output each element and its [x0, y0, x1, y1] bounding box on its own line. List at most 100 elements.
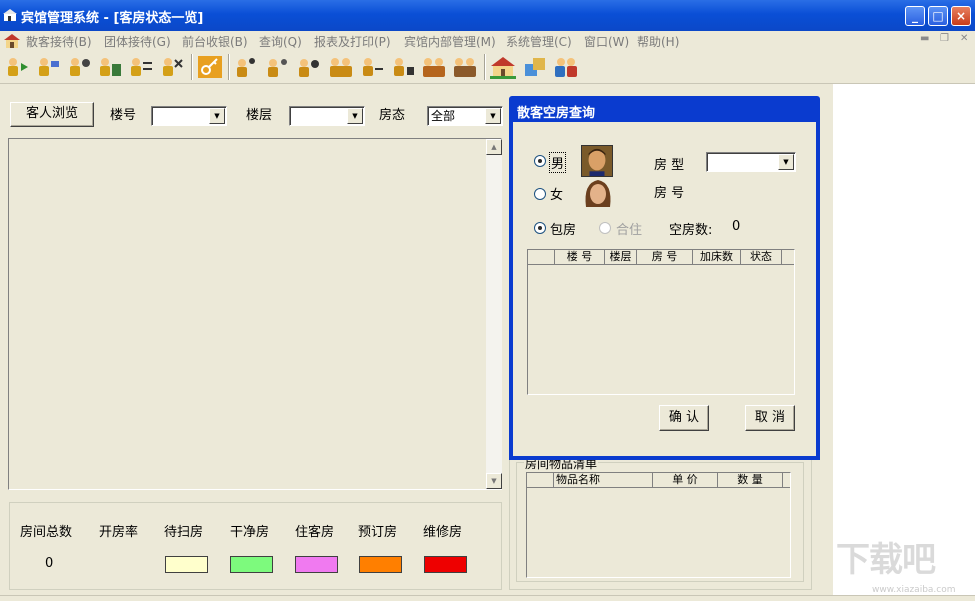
- male-label[interactable]: 男: [549, 152, 567, 173]
- room-type-select[interactable]: ▼: [706, 152, 796, 172]
- total-rooms-label: 房间总数: [20, 525, 73, 540]
- close-button[interactable]: ×: [951, 6, 971, 26]
- column-header[interactable]: 状态: [741, 250, 782, 265]
- app-icon: [3, 9, 17, 21]
- watermark-url: www.xiazaiba.com: [872, 585, 956, 595]
- menu-help[interactable]: 帮助(H): [637, 33, 679, 50]
- package-label[interactable]: 包房: [550, 219, 576, 238]
- legend-label: 维修房: [423, 525, 463, 540]
- guest-checkout-icon[interactable]: [97, 55, 123, 79]
- guest-cancel-icon[interactable]: [159, 55, 185, 79]
- toolbar: [0, 50, 975, 84]
- group-extend-icon[interactable]: [296, 55, 322, 79]
- menu-window[interactable]: 窗口(W): [584, 33, 629, 50]
- cancel-button[interactable]: 取 消: [745, 405, 795, 431]
- confirm-button[interactable]: 确 认: [659, 405, 709, 431]
- status-select[interactable]: 全部 ▼: [427, 106, 503, 126]
- occupied-room-swatch: [295, 556, 338, 573]
- staff-icon[interactable]: [553, 55, 579, 79]
- package-radio[interactable]: [534, 222, 546, 234]
- total-rooms-value: 0: [45, 556, 54, 571]
- maximize-button[interactable]: □: [928, 6, 948, 26]
- stats-panel: [9, 502, 502, 590]
- mdi-child-icon[interactable]: [4, 33, 20, 48]
- menu-system-management[interactable]: 系统管理(C): [506, 33, 572, 50]
- open-rate-label: 开房率: [99, 525, 139, 540]
- vacant-count-label: 空房数:: [669, 223, 713, 238]
- vacant-rooms-header: 楼 号 楼层 房 号 加床数 状态: [528, 250, 794, 265]
- rooms-icon[interactable]: [522, 55, 548, 79]
- group-query-icon[interactable]: [421, 55, 447, 79]
- male-radio[interactable]: [534, 155, 546, 167]
- legend-label: 待扫房: [164, 525, 204, 540]
- mdi-close-button[interactable]: ✕: [960, 33, 968, 44]
- items-table-header: 物品名称 单 价 数 量: [527, 473, 790, 488]
- column-header[interactable]: 物品名称: [554, 473, 653, 488]
- group-checkout-icon[interactable]: [328, 55, 354, 79]
- vacant-count-value: 0: [732, 219, 741, 234]
- guest-browse-button[interactable]: 客人浏览: [10, 102, 94, 127]
- toolbar-separator: [484, 54, 486, 80]
- group-checkin-icon[interactable]: [234, 55, 260, 79]
- column-header[interactable]: 房 号: [637, 250, 693, 265]
- guest-checkin-icon[interactable]: [4, 55, 30, 79]
- dialog-body: 男 女 房 型 ▼ 房 号 包房 合住 空房数: 0 楼 号 楼层 房 号 加床…: [513, 122, 816, 456]
- window-title: 宾馆管理系统 - [客房状态一览]: [21, 11, 204, 26]
- floor-select[interactable]: ▼: [289, 106, 365, 126]
- vacant-room-dialog: 散客空房查询 男 女 房 型 ▼ 房 号 包房 合住 空房数: 0 楼 号 楼层…: [509, 96, 820, 460]
- guest-extend-icon[interactable]: [66, 55, 92, 79]
- mdi-minimize-button[interactable]: ▬: [920, 33, 929, 44]
- vacant-rooms-table[interactable]: 楼 号 楼层 房 号 加床数 状态: [527, 249, 795, 395]
- repair-room-swatch: [424, 556, 467, 573]
- column-header[interactable]: 楼层: [605, 250, 637, 265]
- dirty-room-swatch: [165, 556, 208, 573]
- key-icon[interactable]: [197, 55, 223, 79]
- group-cancel-icon[interactable]: [390, 55, 416, 79]
- items-table[interactable]: 物品名称 单 价 数 量: [526, 472, 791, 578]
- chevron-down-icon[interactable]: ▼: [778, 154, 794, 170]
- column-header[interactable]: 楼 号: [555, 250, 605, 265]
- group-change-icon[interactable]: [265, 55, 291, 79]
- toolbar-separator: [191, 54, 193, 80]
- vertical-scrollbar[interactable]: ▲ ▼: [486, 139, 502, 489]
- chevron-down-icon[interactable]: ▼: [347, 108, 363, 124]
- building-label: 楼号: [110, 108, 137, 123]
- clean-room-swatch: [230, 556, 273, 573]
- menu-walkin-reception[interactable]: 散客接待(B): [26, 33, 92, 50]
- female-avatar-icon: [585, 180, 611, 207]
- female-radio[interactable]: [534, 188, 546, 200]
- chevron-down-icon[interactable]: ▼: [209, 108, 225, 124]
- group-transfer-icon[interactable]: [359, 55, 385, 79]
- room-grid[interactable]: [8, 138, 502, 490]
- mdi-desktop: [833, 84, 975, 595]
- menu-front-cashier[interactable]: 前台收银(B): [182, 33, 248, 50]
- toolbar-separator: [228, 54, 230, 80]
- chevron-down-icon[interactable]: ▼: [485, 108, 501, 124]
- menu-query[interactable]: 查询(Q): [259, 33, 302, 50]
- scroll-down-button[interactable]: ▼: [486, 473, 502, 489]
- column-header[interactable]: 单 价: [653, 473, 718, 488]
- mdi-restore-button[interactable]: ❐: [940, 33, 949, 44]
- building-select[interactable]: ▼: [151, 106, 227, 126]
- menu-internal-management[interactable]: 宾馆内部管理(M): [404, 33, 496, 50]
- group-bill-icon[interactable]: [452, 55, 478, 79]
- floor-label: 楼层: [246, 108, 273, 123]
- scroll-up-button[interactable]: ▲: [486, 139, 502, 155]
- legend-label: 干净房: [230, 525, 270, 540]
- watermark-logo: 下载吧: [836, 540, 936, 580]
- menu-reports[interactable]: 报表及打印(P): [314, 33, 391, 50]
- status-strip: [0, 595, 975, 601]
- menu-group-reception[interactable]: 团体接待(G): [104, 33, 171, 50]
- column-header[interactable]: 加床数: [693, 250, 741, 265]
- guest-transfer-icon[interactable]: [128, 55, 154, 79]
- guest-change-icon[interactable]: [35, 55, 61, 79]
- dialog-title: 散客空房查询: [517, 106, 596, 121]
- column-header[interactable]: 数 量: [718, 473, 783, 488]
- row-indicator-header: [528, 250, 555, 265]
- legend-label: 住客房: [295, 525, 335, 540]
- female-label[interactable]: 女: [550, 184, 563, 203]
- shared-radio[interactable]: [599, 222, 611, 234]
- minimize-button[interactable]: _: [905, 6, 925, 26]
- shared-label[interactable]: 合住: [616, 219, 642, 238]
- hotel-icon[interactable]: [490, 55, 516, 79]
